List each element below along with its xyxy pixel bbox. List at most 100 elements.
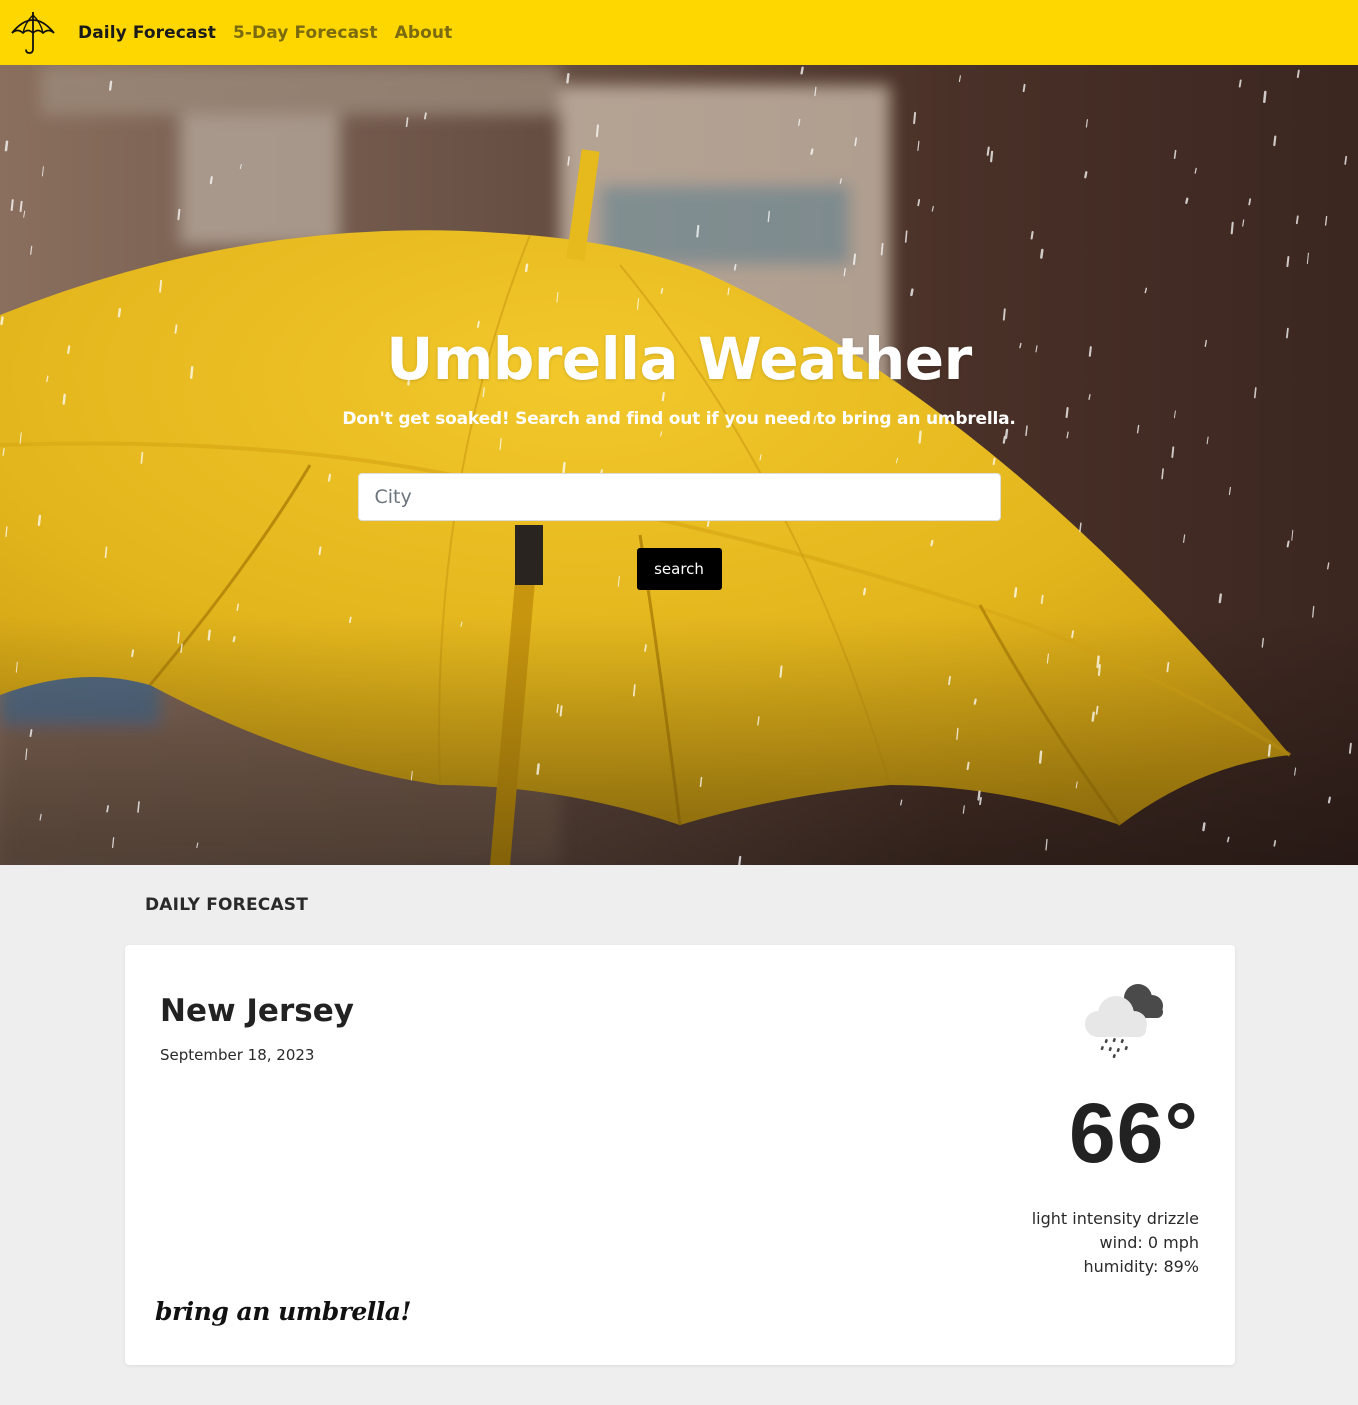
rain-streak [1040, 594, 1044, 604]
rain-streak [979, 796, 982, 806]
rain-streak [1286, 256, 1290, 268]
rain-streak [1185, 197, 1189, 204]
rain-streak [1022, 83, 1026, 93]
rain-streak [10, 199, 14, 212]
rain-streak [566, 72, 570, 84]
rain-streak [738, 855, 742, 865]
rain-streak [207, 629, 211, 641]
rain-streak [986, 146, 990, 156]
hero-title: Umbrella Weather [386, 325, 972, 393]
rain-streak [1002, 308, 1006, 321]
rain-streak [910, 288, 914, 297]
rain-streak [733, 263, 737, 271]
hero-subtitle: Don't get soaked! Search and find out if… [342, 409, 1016, 429]
rain-streak [108, 80, 113, 91]
rain-streak [1173, 149, 1177, 159]
weather-details: light intensity drizzle wind: 0 mph humi… [1032, 1207, 1199, 1279]
rain-streak [1091, 711, 1095, 722]
navbar: Daily Forecast 5-Day Forecast About [0, 0, 1358, 65]
rain-streak [423, 112, 427, 120]
rain-streak [1038, 750, 1043, 764]
rain-streak [1040, 248, 1044, 259]
forecast-date: September 18, 2023 [160, 1046, 315, 1064]
rain-streak [1202, 822, 1206, 832]
rain-streak [1030, 230, 1034, 240]
rain-streak [1324, 215, 1328, 226]
rain-streak [117, 307, 122, 318]
rain-streak [1084, 171, 1088, 179]
rain-streak [1166, 662, 1170, 673]
hero-content: Umbrella Weather Don't get soaked! Searc… [0, 323, 1358, 590]
rain-streak [106, 805, 109, 813]
rain-streak [1230, 221, 1234, 235]
rain-streak [1327, 796, 1331, 804]
rain-streak [1248, 198, 1252, 206]
rain-streak [767, 210, 770, 223]
umbrella-icon[interactable] [10, 11, 56, 55]
rain-streak [1348, 742, 1352, 754]
search-button[interactable]: search [636, 548, 722, 590]
rain-streak [348, 616, 352, 624]
city-search-input[interactable] [357, 473, 1001, 521]
rain-streak [131, 649, 135, 658]
rain-streak [779, 665, 783, 678]
rain-streak [29, 729, 33, 738]
rain-streak [1296, 69, 1300, 79]
daily-forecast-heading: DAILY FORECAST [145, 895, 309, 915]
rain-streak [904, 230, 908, 243]
rain-streak [180, 643, 183, 653]
rain-streak [913, 111, 917, 125]
rain-streak [536, 763, 540, 775]
rain-streak [1273, 135, 1277, 147]
rain-streak [1097, 664, 1101, 677]
rain-streak [595, 124, 599, 138]
rain-streak [556, 703, 559, 714]
rain-streak [853, 253, 856, 265]
rain-streak [948, 675, 951, 686]
nav-link-5-day-forecast[interactable]: 5-Day Forecast [233, 23, 378, 43]
hero-banner: Umbrella Weather Don't get soaked! Searc… [0, 65, 1358, 865]
rain-streak [854, 137, 858, 147]
rain-streak [209, 176, 213, 185]
city-name: New Jersey [160, 993, 354, 1029]
rain-streak [1344, 155, 1348, 165]
rain-streak [159, 279, 163, 293]
rain-streak [1144, 287, 1148, 294]
rain-streak [1238, 79, 1242, 88]
forecast-card: New Jersey September 18, 2023 66° light … [125, 945, 1235, 1365]
rain-streak [1295, 215, 1299, 225]
rain-streak [524, 263, 529, 273]
rain-streak [177, 208, 181, 221]
rain-cloud-icon [1085, 984, 1163, 1059]
rain-streak [177, 631, 180, 644]
umbrella-advice: bring an umbrella! [155, 1297, 411, 1326]
rain-streak [1261, 637, 1265, 648]
rain-streak [989, 150, 994, 163]
rain-streak [917, 198, 921, 207]
weather-description: light intensity drizzle [1031, 1209, 1199, 1228]
rain-streak [1267, 744, 1272, 757]
rain-streak [567, 156, 570, 166]
rain-streak [405, 117, 409, 128]
rain-streak [880, 242, 884, 256]
temperature: 66° [1068, 1086, 1199, 1180]
rain-streak [559, 705, 563, 717]
rain-streak [232, 636, 236, 643]
rain-streak [632, 684, 636, 697]
rain-streak [757, 716, 760, 726]
rain-streak [236, 603, 239, 612]
nav-link-about[interactable]: About [395, 23, 453, 43]
rain-streak [1071, 630, 1075, 639]
rain-streak [696, 224, 700, 238]
rain-streak [660, 287, 664, 294]
wind-speed: wind: 0 mph [1099, 1233, 1199, 1252]
rain-streak [4, 140, 9, 152]
nav-links: Daily Forecast 5-Day Forecast About [78, 23, 469, 43]
rain-streak [699, 776, 703, 788]
rain-streak [1273, 840, 1277, 847]
nav-link-daily-forecast[interactable]: Daily Forecast [78, 23, 216, 43]
rain-streak [1095, 705, 1099, 715]
rain-streak [1096, 655, 1100, 669]
rain-streak [1218, 593, 1223, 604]
rain-streak [644, 644, 647, 652]
